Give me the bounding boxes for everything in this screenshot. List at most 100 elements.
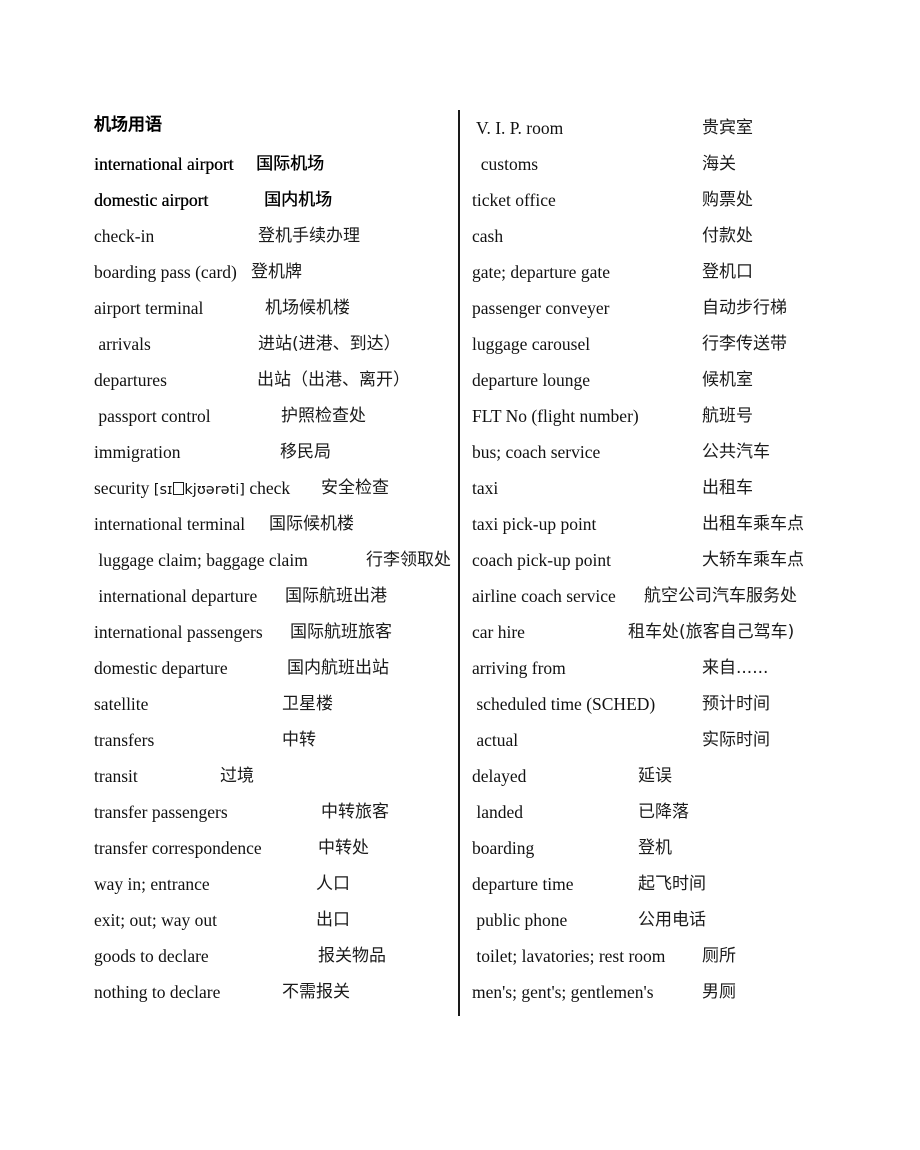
glossary-entry: international passengers 国际航班旅客 (94, 614, 454, 650)
entry-term: goods to declare (94, 946, 209, 966)
entry-translation: 租车处(旅客自己驾车) (628, 622, 795, 642)
glossary-entry: passenger conveyer 自动步行梯 (472, 290, 872, 326)
left-entry-list: international airport 国际机场 domestic airpor… (94, 146, 454, 1010)
glossary-entry: luggage carousel 行李传送带 (472, 326, 872, 362)
entry-translation: 自动步行梯 (702, 298, 787, 318)
glossary-entry: transit 过境 (94, 758, 454, 794)
entry-term: way in; entrance (94, 874, 210, 894)
entry-translation: 行李传送带 (702, 334, 787, 354)
entry-translation: 男厕 (702, 982, 736, 1002)
entry-term: luggage carousel (472, 334, 591, 354)
glossary-entry: goods to declare 报关物品 (94, 938, 454, 974)
entry-term: check-in (94, 226, 155, 246)
glossary-entry: passport control 护照检查处 (94, 398, 454, 434)
entry-term: domestic departure (94, 658, 228, 678)
glossary-entry: ticket office 购票处 (472, 182, 872, 218)
entry-term: transfer correspondence (94, 838, 262, 858)
entry-translation: 移民局 (280, 442, 331, 462)
entry-translation: 国内机场 (264, 190, 332, 210)
glossary-entry: coach pick-up point 大轿车乘车点 (472, 542, 872, 578)
entry-term: luggage claim; baggage claim (94, 550, 308, 570)
entry-translation: 登机手续办理 (258, 226, 360, 246)
glossary-entry: airline coach service 航空公司汽车服务处 (472, 578, 872, 614)
entry-term: landed (472, 802, 524, 822)
glossary-entry: transfer correspondence 中转处 (94, 830, 454, 866)
glossary-entry: departures 出站（出港、离开） (94, 362, 454, 398)
entry-translation: 国际候机楼 (269, 514, 354, 534)
glossary-entry: exit; out; way out 出口 (94, 902, 454, 938)
glossary-entry: cash 付款处 (472, 218, 872, 254)
entry-term: nothing to declare (94, 982, 221, 1002)
entry-term: taxi (472, 478, 499, 498)
entry-term: domestic airport (94, 190, 209, 210)
entry-term: actual (472, 730, 519, 750)
entry-term: satellite (94, 694, 149, 714)
glossary-entry: arriving from 来自...... (472, 650, 872, 686)
glossary-entry: luggage claim; baggage claim 行李领取处 (94, 542, 454, 578)
entry-term: transfers (94, 730, 155, 750)
entry-term: airport terminal (94, 298, 204, 318)
entry-term: arrivals (94, 334, 151, 354)
entry-term: international airport (94, 154, 234, 174)
entry-term: passenger conveyer (472, 298, 610, 318)
document-page: 机场用语 international airport 国际机场 domestic a… (0, 0, 920, 1150)
entry-translation: 国际航班旅客 (290, 622, 392, 642)
entry-term: passport control (94, 406, 211, 426)
glossary-entry: gate; departure gate 登机口 (472, 254, 872, 290)
entry-translation: 实际时间 (702, 730, 770, 750)
entry-translation: 厕所 (702, 946, 736, 966)
entry-translation: 出口 (316, 910, 350, 930)
entry-translation: 贵宾室 (702, 118, 753, 138)
glossary-entry: landed 已降落 (472, 794, 872, 830)
entry-translation: 不需报关 (282, 982, 350, 1002)
glossary-entry: FLT No (flight number) 航班号 (472, 398, 872, 434)
entry-translation: 护照检查处 (281, 406, 366, 426)
glossary-entry: men's; gent's; gentlemen's 男厕 (472, 974, 872, 1010)
entry-translation: 安全检查 (321, 478, 389, 498)
entry-term: security [sɪ kjʊərəti] check (94, 478, 291, 498)
glossary-entry: departure lounge 候机室 (472, 362, 872, 398)
entry-term: gate; departure gate (472, 262, 610, 282)
entry-translation: 购票处 (702, 190, 753, 210)
glossary-entry: nothing to declare 不需报关 (94, 974, 454, 1010)
entry-translation: 延误 (638, 766, 672, 786)
entry-translation: 中转 (282, 730, 316, 750)
glossary-entry: public phone 公用电话 (472, 902, 872, 938)
entry-term: coach pick-up point (472, 550, 611, 570)
glossary-entry: security [sɪ kjʊərəti] check 安全检查 (94, 470, 454, 506)
glossary-entry: actual 实际时间 (472, 722, 872, 758)
glossary-entry: check-in 登机手续办理 (94, 218, 454, 254)
entry-term: taxi pick-up point (472, 514, 597, 534)
entry-translation: 起飞时间 (638, 874, 706, 894)
entry-term: car hire (472, 622, 525, 642)
entry-translation: 进站(进港、到达） (258, 334, 401, 354)
glossary-entry: taxi pick-up point 出租车乘车点 (472, 506, 872, 542)
glossary-entry: boarding 登机 (472, 830, 872, 866)
entry-translation: 中转处 (318, 838, 369, 858)
glossary-entry: toilet; lavatories; rest room 厕所 (472, 938, 872, 974)
entry-translation: 海关 (702, 154, 736, 174)
entry-translation: 中转旅客 (321, 802, 389, 822)
entry-term: departures (94, 370, 167, 390)
glossary-entry: satellite 卫星楼 (94, 686, 454, 722)
glossary-entry: arrivals 进站(进港、到达） (94, 326, 454, 362)
entry-translation: 出站（出港、离开） (257, 370, 410, 390)
entry-translation: 公共汽车 (702, 442, 770, 462)
entry-translation: 来自...... (702, 658, 769, 678)
glossary-entry: international terminal 国际候机楼 (94, 506, 454, 542)
entry-term: international departure (94, 586, 258, 606)
glossary-entry: departure time 起飞时间 (472, 866, 872, 902)
glossary-entry: V. I. P. room 贵宾室 (472, 110, 872, 146)
entry-term: international terminal (94, 514, 246, 534)
entry-translation: 国际航班出港 (285, 586, 387, 606)
entry-translation: 航空公司汽车服务处 (644, 586, 797, 606)
glossary-entry: immigration 移民局 (94, 434, 454, 470)
page-title: 机场用语 (94, 115, 162, 135)
glossary-entry: international airport 国际机场 (94, 146, 454, 182)
entry-translation: 候机室 (702, 370, 753, 390)
glossary-entry: transfers 中转 (94, 722, 454, 758)
entry-translation: 大轿车乘车点 (702, 550, 804, 570)
entry-term: customs (472, 154, 539, 174)
entry-translation: 国内航班出站 (287, 658, 389, 678)
entry-term: immigration (94, 442, 181, 462)
